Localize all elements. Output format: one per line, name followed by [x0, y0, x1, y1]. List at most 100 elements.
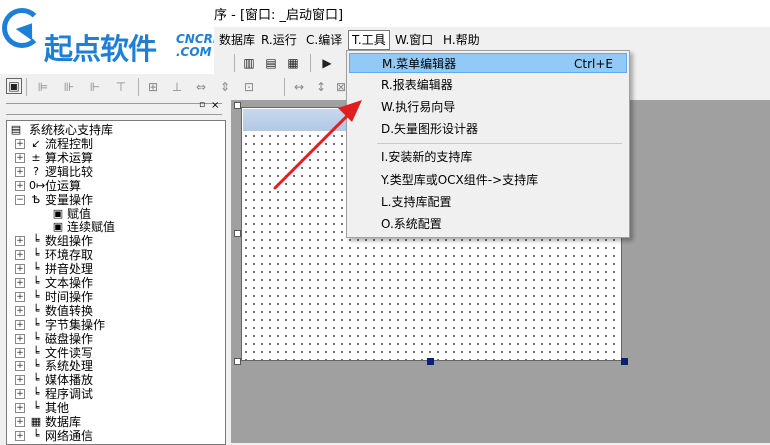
expand-icon[interactable]: +: [15, 361, 25, 372]
align-middle-icon[interactable]: ⊞: [144, 78, 162, 96]
menu-item-vector-designer[interactable]: D.矢量图形设计器: [349, 119, 627, 139]
menu-item-library-config[interactable]: L.支持库配置: [349, 192, 627, 212]
layout-rows-icon[interactable]: ▤: [262, 54, 280, 72]
logo-text-cn: 起点软件: [44, 32, 157, 66]
menu-window[interactable]: W.窗口: [392, 31, 436, 49]
same-height-icon[interactable]: ⇕: [216, 78, 234, 96]
align-bottom-icon[interactable]: ⊥: [168, 78, 186, 96]
expand-icon[interactable]: +: [15, 305, 25, 316]
tree-item-label: 媒体播放: [45, 373, 94, 388]
tree-item-icon: ╘: [32, 428, 40, 442]
expand-icon[interactable]: +: [15, 333, 25, 344]
same-size-icon[interactable]: ⊡: [240, 78, 258, 96]
tree-item-label: 逻辑比较: [45, 164, 94, 179]
expand-icon[interactable]: +: [15, 347, 25, 358]
toolbar-separator: [138, 78, 139, 96]
tree-item-icon: ╘: [32, 248, 40, 262]
menu-item-label: Y.类型库或OCX组件->支持库: [381, 173, 539, 187]
space-horizontal-icon[interactable]: ↔: [290, 78, 308, 96]
resize-handle[interactable]: [621, 358, 628, 365]
expand-icon[interactable]: +: [15, 264, 25, 275]
tree-item-label: 磁盘操作: [45, 331, 94, 346]
expand-icon[interactable]: +: [15, 291, 25, 302]
tree-item-label: 变量操作: [45, 192, 94, 207]
menu-help[interactable]: H.帮助: [440, 31, 483, 49]
menu-item-menu-editor[interactable]: M.菜单编辑器 Ctrl+E: [349, 53, 627, 73]
menu-item-wizard[interactable]: W.执行易向导: [349, 97, 627, 117]
menu-run[interactable]: R.运行: [258, 31, 300, 49]
menu-item-label: O.系统配置: [381, 217, 442, 231]
expand-icon[interactable]: +: [15, 166, 25, 177]
expand-icon[interactable]: +: [15, 319, 25, 330]
menu-item-label: D.矢量图形设计器: [381, 122, 479, 136]
collapse-icon[interactable]: −: [15, 194, 25, 205]
expand-icon[interactable]: +: [15, 139, 25, 149]
tree-item-label: 流程控制: [45, 137, 94, 151]
space-vertical-icon[interactable]: ↕: [312, 78, 330, 96]
layout-grid-icon[interactable]: ▦: [284, 54, 302, 72]
window-icon[interactable]: ▣: [6, 78, 22, 94]
menu-database[interactable]: 数据库: [216, 31, 258, 49]
menu-item-system-config[interactable]: O.系统配置: [349, 214, 627, 234]
tree-item-label: 环境存取: [45, 248, 94, 263]
menu-item-label: R.报表编辑器: [381, 78, 453, 92]
tree-item-icon: ╘: [32, 345, 40, 359]
expand-icon[interactable]: +: [15, 250, 25, 261]
tree-item-icon: ±: [31, 150, 41, 164]
panel-close-icon[interactable]: ×: [211, 101, 220, 111]
menu-item-label: L.支持库配置: [381, 195, 452, 209]
tree-item-icon: ╘: [32, 234, 40, 248]
expand-icon[interactable]: +: [15, 430, 25, 441]
panel-grip[interactable]: [6, 103, 222, 115]
tree-item-icon: ╘: [32, 401, 40, 415]
tree-item-icon: ↙: [31, 137, 41, 150]
tree-item-icon: ╘: [32, 331, 40, 345]
resize-handle[interactable]: [234, 358, 241, 365]
menu-item-typelib-ocx[interactable]: Y.类型库或OCX组件->支持库: [349, 170, 627, 190]
menu-bar: 数据库 R.运行 C.编译 T.工具 W.窗口 H.帮助: [214, 28, 770, 50]
resize-handle[interactable]: [427, 358, 434, 365]
tools-menu: M.菜单编辑器 Ctrl+E R.报表编辑器 W.执行易向导 D.矢量图形设计器…: [346, 50, 630, 238]
menu-item-label: I.安装新的支持库: [381, 150, 473, 164]
panel-pin-icon[interactable]: ▫: [199, 101, 208, 110]
expand-icon[interactable]: +: [15, 417, 25, 427]
expand-icon[interactable]: +: [15, 152, 25, 163]
layout-icon[interactable]: ▥: [240, 54, 258, 72]
menu-compile[interactable]: C.编译: [303, 31, 345, 49]
tree-item-icon: ╘: [32, 373, 40, 387]
align-top-icon[interactable]: ⊤: [112, 78, 130, 96]
align-left-icon[interactable]: ⊫: [34, 78, 52, 96]
tree-item-icon: 0↦: [29, 178, 46, 192]
tree-item-label: 系统处理: [45, 359, 94, 374]
menu-item-install-library[interactable]: I.安装新的支持库: [349, 147, 627, 167]
resize-handle[interactable]: [234, 102, 241, 109]
tree-item-label: 其他: [45, 401, 70, 416]
tree-item-icon: ╘: [32, 262, 40, 276]
tree-item-icon: ╘: [32, 317, 40, 331]
expand-icon[interactable]: +: [15, 236, 25, 247]
expand-icon[interactable]: +: [15, 389, 25, 400]
tree-item-label: 时间操作: [45, 289, 94, 304]
menu-tools[interactable]: T.工具: [348, 30, 390, 50]
tree-item-label: 文本操作: [45, 276, 94, 290]
align-center-icon[interactable]: ⊪: [60, 78, 78, 96]
library-tree: ▤ 系统核心支持库 + ↙ 流程控制 + ± 算术运算 +? 逻辑比较 +0↦ 位运算 − Ѣ 变量操作…: [6, 120, 226, 445]
tree-item-icon: ╘: [32, 387, 40, 401]
expand-icon[interactable]: +: [15, 278, 25, 288]
menu-item-label: W.执行易向导: [381, 100, 456, 114]
tree-item-label: 数值转换: [45, 303, 94, 318]
align-right-icon[interactable]: ⊩: [86, 78, 104, 96]
expand-icon[interactable]: +: [15, 403, 25, 414]
toolbar-separator: [26, 78, 27, 96]
same-width-icon[interactable]: ⇔: [192, 78, 210, 96]
expand-icon[interactable]: +: [15, 375, 25, 386]
expand-icon[interactable]: +: [15, 180, 25, 191]
resize-handle[interactable]: [234, 230, 241, 237]
tree-item-label: 赋值: [67, 206, 92, 221]
tree-item-icon: ╘: [32, 289, 40, 303]
toolbar-separator: [284, 78, 285, 96]
run-icon[interactable]: ▶: [318, 54, 336, 72]
toolbar-separator: [310, 54, 311, 72]
tree-item-icon: ?: [33, 164, 39, 178]
menu-item-report-editor[interactable]: R.报表编辑器: [349, 75, 627, 95]
